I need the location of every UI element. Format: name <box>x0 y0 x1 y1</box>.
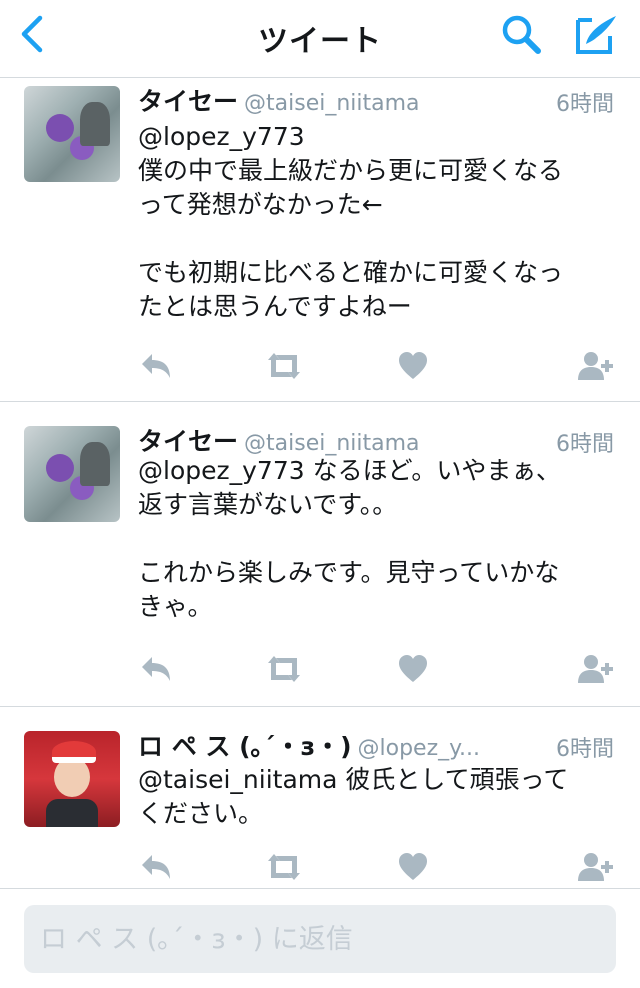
follow-user-icon <box>578 853 613 881</box>
reply-button[interactable] <box>138 651 174 687</box>
compose-tweet-icon <box>576 16 616 54</box>
tweet-author-handle: @taisei_niitama <box>244 431 420 456</box>
like-button[interactable] <box>398 849 428 885</box>
santa-hat-graphic <box>52 741 96 763</box>
tweet-timestamp: 6時間 <box>556 737 614 762</box>
reply-button[interactable] <box>138 849 174 885</box>
follow-button[interactable] <box>576 651 616 687</box>
reply-button[interactable] <box>138 348 174 384</box>
heart-icon <box>399 352 427 379</box>
tweet-author[interactable]: タイセー @taisei_niitama <box>138 82 420 118</box>
search-icon <box>502 15 541 54</box>
tweet-item[interactable]: タイセー @taisei_niitama 6時間 @lopez_y773 なるほど… <box>0 402 640 707</box>
retweet-icon <box>268 353 300 379</box>
tweet-item[interactable]: ロ ペ ス (｡´・з・) @lopez_y... 6時間 @taisei_nii… <box>0 707 640 888</box>
compose-button[interactable] <box>572 10 620 56</box>
retweet-button[interactable] <box>264 348 304 384</box>
retweet-icon <box>268 656 300 682</box>
reply-bar <box>0 888 640 988</box>
tweet-author-name: ロ ペ ス (｡´・з・) <box>138 732 352 761</box>
reply-input[interactable] <box>24 905 616 973</box>
follow-user-icon <box>578 655 613 683</box>
avatar[interactable] <box>24 86 120 182</box>
tweet-actions <box>0 348 640 384</box>
reply-icon <box>142 354 170 378</box>
tweet-text: @lopez_y773 僕の中で最上級だから更に可愛くなる って発想がなかった←… <box>138 122 564 321</box>
nav-bar: ツイート <box>0 0 640 78</box>
tweet-actions <box>0 651 640 687</box>
reply-icon <box>142 855 170 879</box>
follow-button[interactable] <box>576 348 616 384</box>
avatar[interactable] <box>24 731 120 827</box>
retweet-button[interactable] <box>264 651 304 687</box>
tweet-author[interactable]: ロ ペ ス (｡´・з・) @lopez_y... <box>138 727 480 763</box>
reply-icon <box>142 657 170 681</box>
like-button[interactable] <box>398 348 428 384</box>
tweet-item[interactable]: タイセー @taisei_niitama 6時間 @lopez_y773 僕の中で… <box>0 78 640 402</box>
tweet-author[interactable]: タイセー @taisei_niitama <box>138 422 420 458</box>
tweet-text: @taisei_niitama 彼氏として頑張って ください。 <box>138 765 569 828</box>
tweet-timestamp: 6時間 <box>556 92 614 117</box>
retweet-icon <box>268 854 300 880</box>
tweet-actions <box>0 849 640 885</box>
tweet-author-name: タイセー <box>138 427 239 456</box>
search-button[interactable] <box>496 12 546 56</box>
tweet-author-name: タイセー <box>138 87 239 116</box>
follow-button[interactable] <box>576 849 616 885</box>
retweet-button[interactable] <box>264 849 304 885</box>
tweet-author-handle: @taisei_niitama <box>244 91 420 116</box>
heart-icon <box>399 655 427 682</box>
avatar[interactable] <box>24 426 120 522</box>
follow-user-icon <box>578 352 613 380</box>
heart-icon <box>399 853 427 880</box>
tweet-author-handle: @lopez_y... <box>357 736 480 761</box>
like-button[interactable] <box>398 651 428 687</box>
tweet-text: @lopez_y773 なるほど。いやまぁ、 返す言葉がないです。。 これから楽… <box>138 456 561 621</box>
